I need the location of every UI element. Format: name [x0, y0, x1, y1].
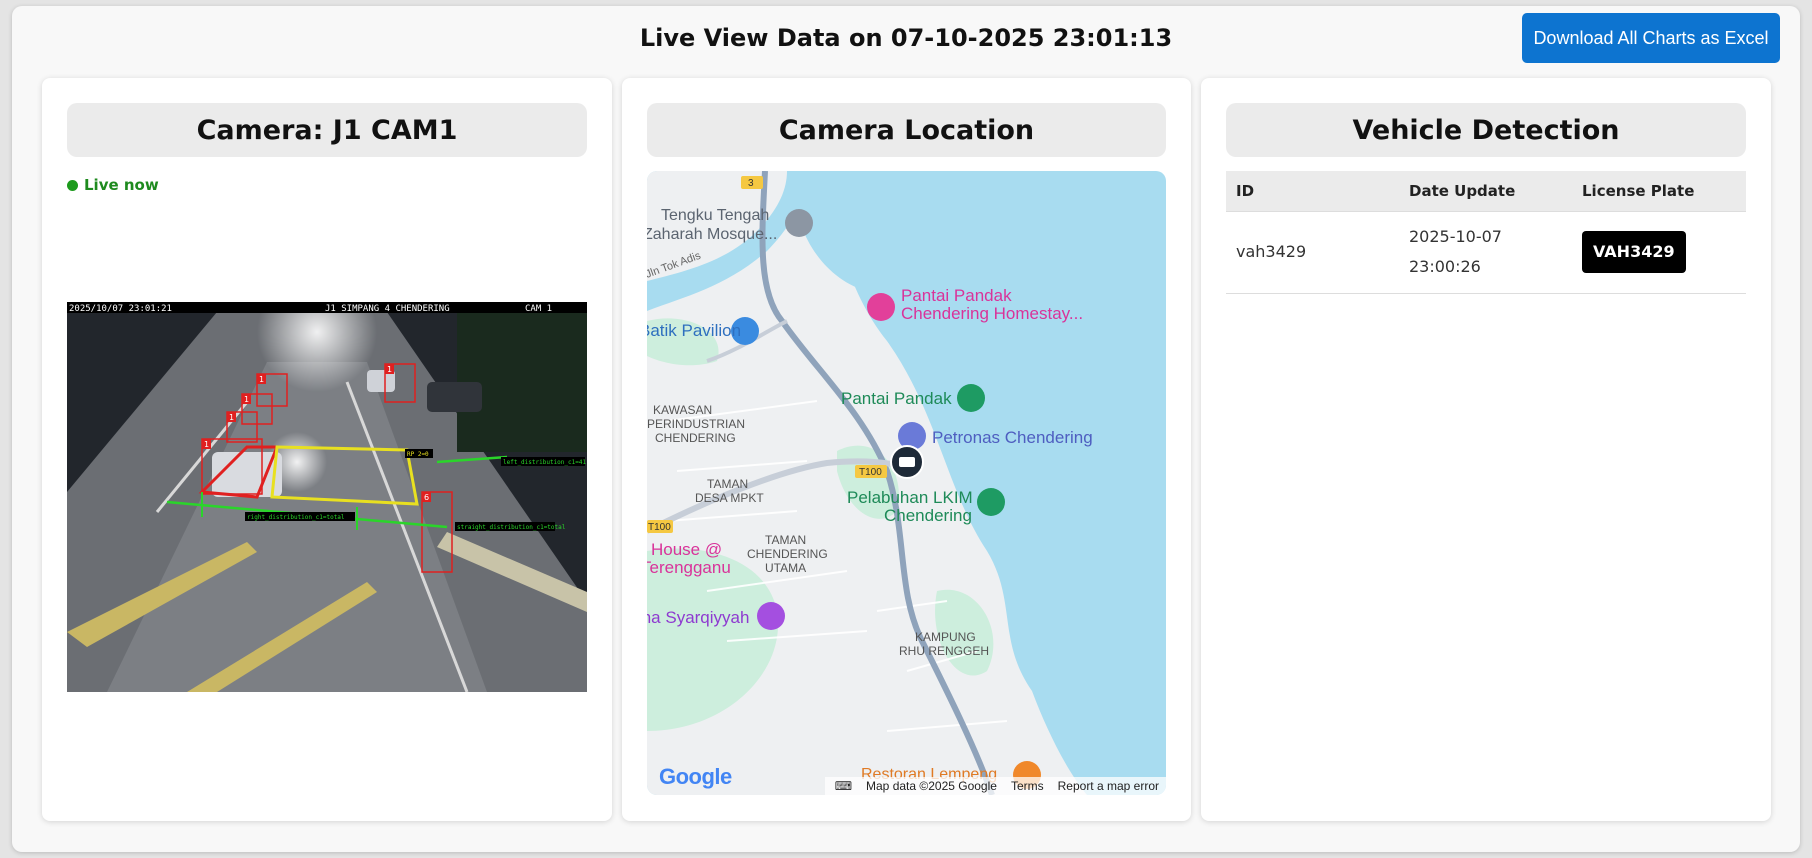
- map-terms-link[interactable]: Terms: [1011, 779, 1044, 793]
- live-status: Live now: [84, 176, 159, 194]
- camera-feed[interactable]: 2025/10/07 23:01:21 J1 SIMPANG 4 CHENDER…: [67, 302, 587, 692]
- google-logo-text: Google: [659, 764, 732, 789]
- overlay-label: 1: [204, 440, 209, 449]
- overlay-label: RP 2=0: [407, 451, 429, 458]
- overlay-label: 1: [229, 413, 234, 422]
- map-report-link[interactable]: Report a map error: [1058, 779, 1159, 793]
- map-place-label: Pelabuhan LKIM: [847, 488, 973, 507]
- map-place-label: Batik Pavilion: [647, 321, 741, 340]
- overlay-timestamp: 2025/10/07 23:01:21: [69, 304, 172, 314]
- map-place-label: Pantai Pandak: [841, 389, 952, 408]
- vehicle-plate-cell: VAH3429: [1572, 211, 1746, 294]
- table-row: vah3429 2025-10-07 23:00:26 VAH3429: [1226, 211, 1746, 294]
- map-place-label: PERINDUSTRIAN: [647, 417, 745, 431]
- map-place-label: KAMPUNG: [915, 630, 976, 644]
- map-canvas: 3 T100 T100 Tengku Tengah Zaharah Mosque…: [647, 171, 1093, 795]
- vehicle-date-cell: 2025-10-07 23:00:26: [1399, 211, 1572, 294]
- map-place-label: TAMAN: [765, 533, 806, 547]
- map-place-label: Tengku Tengah: [661, 207, 769, 224]
- map-place-label: Chendering: [884, 506, 972, 525]
- vehicle-panel-title: Vehicle Detection: [1226, 103, 1746, 157]
- road-label: 3: [748, 178, 754, 189]
- column-header-id: ID: [1226, 171, 1399, 212]
- overlay-label: straight_distribution_c1=total: [457, 524, 566, 531]
- map-place-label: Pantai Pandak: [901, 286, 1012, 305]
- map-place-label: RHU RENGGEH: [899, 644, 989, 658]
- keyboard-icon[interactable]: ⌨: [835, 779, 852, 793]
- map-data-credit: Map data ©2025 Google: [866, 779, 997, 793]
- license-plate-badge: VAH3429: [1582, 231, 1686, 273]
- vehicle-time: 23:00:26: [1409, 257, 1481, 276]
- column-header-plate: License Plate: [1572, 171, 1746, 212]
- map-footer: ⌨ Map data ©2025 Google Terms Report a m…: [824, 777, 1166, 795]
- map-place-label: Terengganu: [647, 558, 731, 577]
- download-excel-button[interactable]: Download All Charts as Excel: [1522, 13, 1780, 63]
- camera-feed-image: 2025/10/07 23:01:21 J1 SIMPANG 4 CHENDER…: [67, 302, 587, 692]
- vehicle-panel: Vehicle Detection ID Date Update License…: [1201, 78, 1771, 821]
- map-place-label: House @: [651, 540, 722, 559]
- overlay-label: 1: [387, 365, 392, 374]
- map-place-label: Ina Syarqiyyah: [647, 608, 749, 627]
- map-place-label: TAMAN: [707, 477, 748, 491]
- live-dot-icon: [67, 179, 78, 191]
- camera-panel: Camera: J1 CAM1 Live now 2025/10/07 23:0…: [42, 78, 612, 821]
- table-header-row: ID Date Update License Plate: [1226, 171, 1746, 212]
- camera-panel-title: Camera: J1 CAM1: [67, 103, 587, 157]
- column-header-date: Date Update: [1399, 171, 1572, 212]
- overlay-label: 6: [424, 493, 429, 502]
- overlay-cam: CAM 1: [525, 304, 552, 314]
- page: Live View Data on 07-10-2025 23:01:13 Do…: [12, 6, 1800, 852]
- map-place-label: Petronas Chendering: [932, 428, 1093, 447]
- road-label: T100: [859, 467, 882, 478]
- overlay-label: 1: [259, 375, 264, 384]
- overlay-label: right_distribution_c1=total: [247, 514, 345, 521]
- road-label: T100: [648, 522, 671, 533]
- map-place-label: Chendering Homestay...: [901, 304, 1083, 323]
- map-place-label: CHENDERING: [655, 431, 736, 445]
- overlay-location: J1 SIMPANG 4 CHENDERING: [325, 304, 450, 314]
- map-panel: Camera Location 3 T100 T100 Tengku Tenga…: [622, 78, 1191, 821]
- map-view[interactable]: 3 T100 T100 Tengku Tengah Zaharah Mosque…: [647, 171, 1166, 795]
- vehicle-table: ID Date Update License Plate vah3429 202…: [1226, 171, 1746, 294]
- map-panel-title: Camera Location: [647, 103, 1166, 157]
- live-indicator: Live now: [67, 176, 159, 194]
- vehicle-id: vah3429: [1226, 211, 1399, 294]
- vehicle-date: 2025-10-07: [1409, 227, 1502, 246]
- overlay-label: 1: [244, 395, 249, 404]
- map-place-label: UTAMA: [765, 561, 806, 575]
- google-logo: Google: [659, 764, 732, 790]
- map-place-label: DESA MPKT: [695, 491, 764, 505]
- map-place-label: KAWASAN: [653, 403, 712, 417]
- overlay-label: left_distribution_c1=41: [503, 459, 586, 466]
- map-place-label: CHENDERING: [747, 547, 828, 561]
- map-place-label: Zaharah Mosque...: [647, 226, 777, 243]
